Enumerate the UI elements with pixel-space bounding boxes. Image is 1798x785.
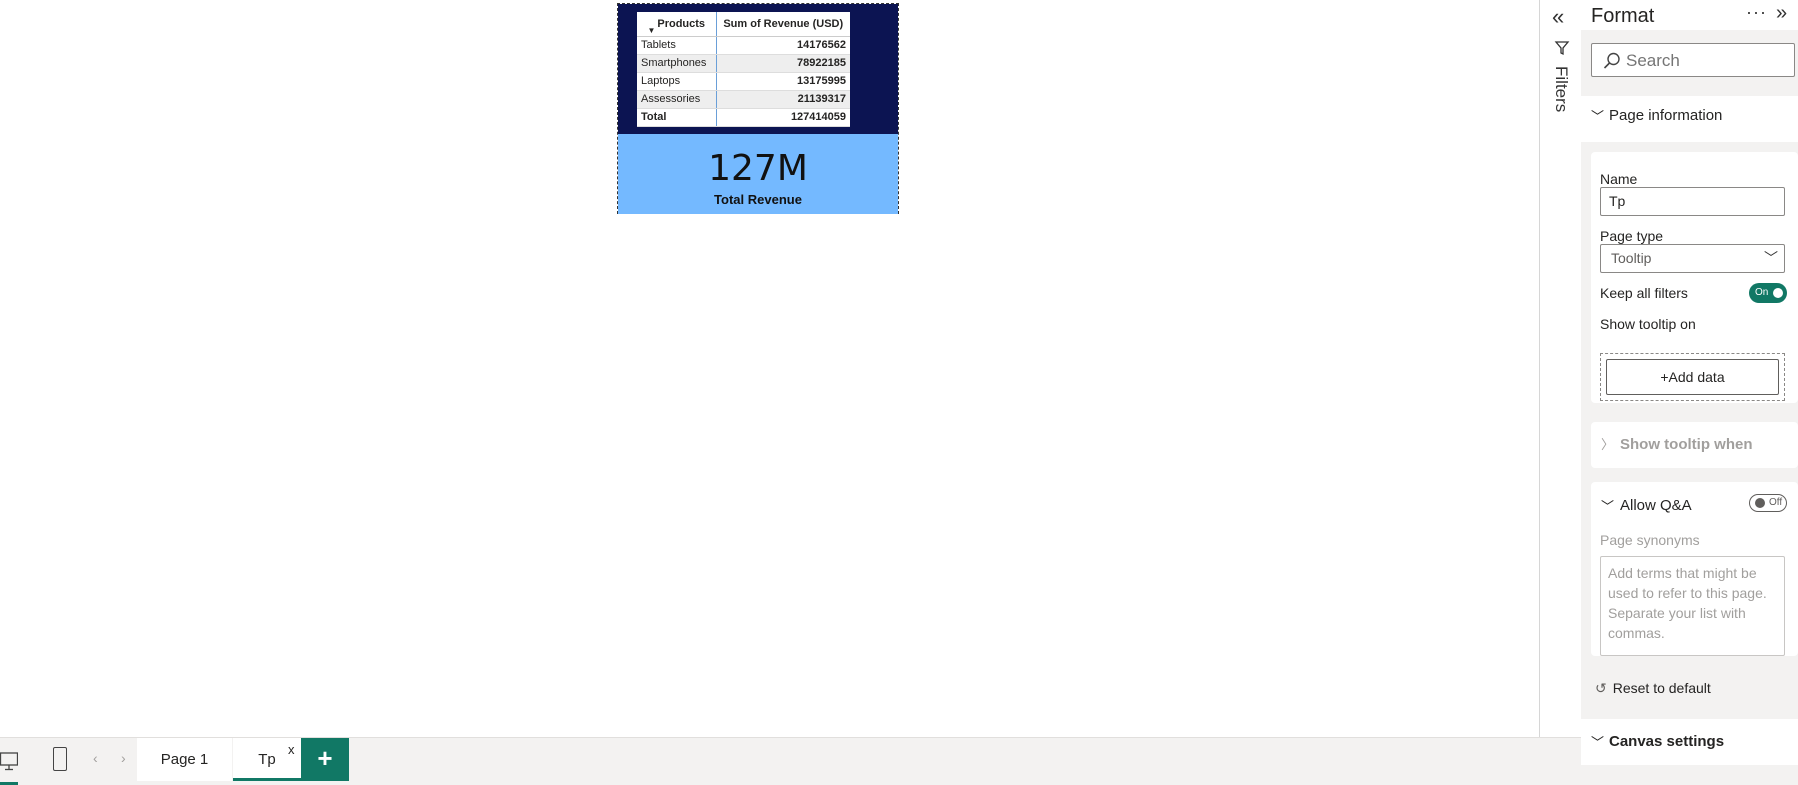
reset-to-default-button[interactable]: ↺ Reset to default	[1595, 680, 1711, 697]
total-label-cell: Total	[637, 108, 717, 127]
reset-label: Reset to default	[1612, 680, 1711, 696]
tooltip-page-visuals[interactable]: ▼Products Sum of Revenue (USD) Tablets 1…	[617, 3, 899, 214]
table-total-row: Total 127414059	[637, 108, 850, 127]
table-row: Laptops 13175995	[637, 72, 850, 91]
page-information-card: Name Tp Page type Tooltip ﹀ Keep all fil…	[1591, 152, 1798, 403]
format-title: Format	[1591, 5, 1655, 27]
chevron-right-icon: 〉	[1601, 437, 1615, 452]
funnel-icon	[1554, 41, 1570, 56]
product-cell: Smartphones	[637, 54, 717, 73]
show-tooltip-when-title: Show tooltip when	[1620, 436, 1753, 453]
toggle-knob	[1755, 498, 1765, 508]
format-header: Format ··· »	[1581, 0, 1798, 30]
canvas-settings-title: Canvas settings	[1609, 733, 1725, 750]
card-label: Total Revenue	[714, 192, 802, 207]
table-row: Assessories 21139317	[637, 90, 850, 109]
toggle-state-label: Off	[1769, 497, 1783, 508]
add-data-button[interactable]: +Add data	[1606, 359, 1779, 395]
revenue-cell: 21139317	[716, 90, 850, 109]
allow-qa-section: ﹀ Allow Q&A Off Page synonyms Add terms …	[1591, 482, 1798, 656]
table-header-row: ▼Products Sum of Revenue (USD)	[637, 12, 850, 37]
chevron-right-icon[interactable]: ›	[121, 750, 126, 766]
page-tab-tp[interactable]: Tp x	[233, 738, 301, 781]
search-input[interactable]	[1626, 50, 1786, 72]
keep-filters-toggle[interactable]: On	[1749, 283, 1787, 303]
page-type-label: Page type	[1600, 228, 1664, 244]
desktop-view-icon[interactable]	[0, 750, 18, 772]
chevron-down-icon: ﹀	[1764, 250, 1778, 266]
column-header-revenue[interactable]: Sum of Revenue (USD)	[716, 12, 850, 37]
chevron-down-icon[interactable]: ﹀	[1601, 496, 1614, 515]
show-tooltip-on-label: Show tooltip on	[1600, 316, 1696, 332]
report-canvas[interactable]: ▼Products Sum of Revenue (USD) Tablets 1…	[0, 0, 1539, 737]
filters-label[interactable]: Filters	[1551, 66, 1571, 112]
keep-filters-label: Keep all filters	[1600, 285, 1688, 301]
toggle-knob	[1773, 288, 1783, 298]
page-information-title: Page information	[1609, 107, 1723, 124]
name-input[interactable]: Tp	[1600, 187, 1785, 216]
more-options-icon[interactable]: ···	[1746, 2, 1767, 23]
product-cell: Laptops	[637, 72, 717, 91]
toggle-state-label: On	[1755, 287, 1769, 298]
show-tooltip-when-section[interactable]: 〉 Show tooltip when	[1591, 422, 1798, 468]
revenue-cell: 13175995	[716, 72, 850, 91]
table-row: Tablets 14176562	[637, 36, 850, 55]
search-icon	[1603, 52, 1620, 69]
revenue-table: ▼Products Sum of Revenue (USD) Tablets 1…	[637, 12, 850, 127]
page-tab-label: Tp	[258, 751, 276, 768]
page-synonyms-label: Page synonyms	[1600, 532, 1700, 548]
chevron-left-icon[interactable]: ‹	[93, 750, 98, 766]
table-visual[interactable]: ▼Products Sum of Revenue (USD) Tablets 1…	[618, 4, 898, 134]
total-revenue-cell: 127414059	[716, 108, 850, 127]
mobile-view-icon[interactable]	[53, 747, 67, 771]
card-visual[interactable]: 127M Total Revenue	[618, 134, 898, 214]
page-tab-page-1[interactable]: Page 1	[137, 738, 232, 781]
revenue-cell: 14176562	[716, 36, 850, 55]
canvas-settings-header[interactable]: ﹀ Canvas settings	[1581, 719, 1798, 765]
page-type-dropdown[interactable]: Tooltip ﹀	[1600, 244, 1785, 273]
revenue-cell: 78922185	[716, 54, 850, 73]
page-tab-bar: ‹ › Page 1 Tp x +	[0, 737, 1581, 785]
page-synonyms-textarea[interactable]: Add terms that might be used to refer to…	[1600, 556, 1785, 656]
add-data-dropzone[interactable]: +Add data	[1600, 353, 1785, 401]
filters-pane-collapsed[interactable]: « Filters	[1539, 0, 1581, 737]
product-cell: Tablets	[637, 36, 717, 55]
add-page-button[interactable]: +	[301, 738, 349, 781]
product-cell: Assessories	[637, 90, 717, 109]
chevron-down-icon: ﹀	[1591, 735, 1605, 750]
sort-down-icon: ▼	[647, 25, 656, 35]
double-chevron-left-icon[interactable]: «	[1552, 4, 1564, 30]
card-value: 127M	[708, 148, 808, 189]
page-type-value: Tooltip	[1611, 250, 1652, 266]
format-pane: Format ··· » ﹀ Page information Name Tp …	[1581, 0, 1798, 785]
chevron-down-icon: ﹀	[1591, 109, 1605, 124]
close-icon[interactable]: x	[288, 728, 295, 771]
column-header-products[interactable]: ▼Products	[637, 12, 717, 37]
page-information-header[interactable]: ﹀ Page information	[1581, 96, 1798, 142]
powerbi-report-editor: ▼Products Sum of Revenue (USD) Tablets 1…	[0, 0, 1798, 785]
allow-qa-toggle[interactable]: Off	[1749, 494, 1787, 512]
name-label: Name	[1600, 171, 1638, 187]
table-row: Smartphones 78922185	[637, 54, 850, 73]
allow-qa-title[interactable]: Allow Q&A	[1620, 497, 1692, 514]
reset-icon: ↺	[1595, 680, 1607, 696]
double-chevron-right-icon[interactable]: »	[1776, 2, 1787, 25]
search-box[interactable]	[1591, 43, 1795, 77]
